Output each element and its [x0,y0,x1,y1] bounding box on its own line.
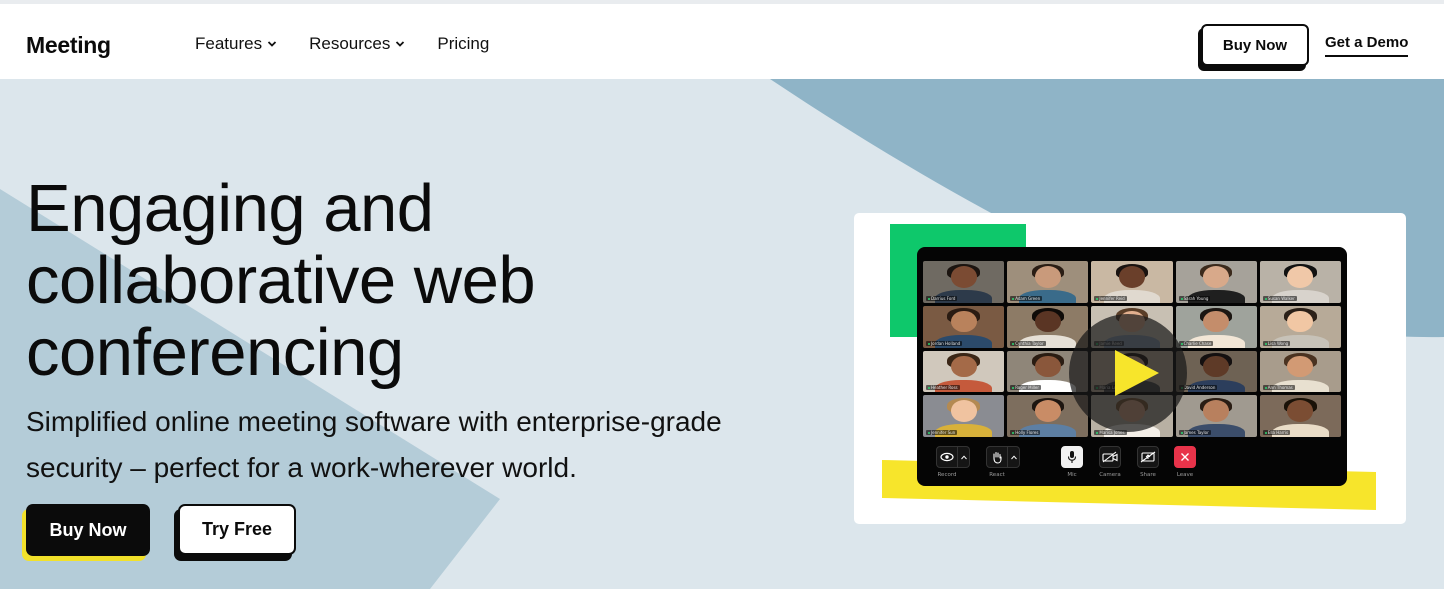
participant-face [950,400,977,422]
chevron-down-icon [267,39,277,49]
try-free-button[interactable]: Try Free [174,504,296,561]
participant-tile: David Anderson [1175,350,1257,393]
participant-name: Jennifer Sun [926,430,958,435]
subhead-line: security – perfect for a work-wherever w… [26,452,577,483]
video-preview-card: Darrius Ford Adam Green Jennifer Reid Sarah… [854,213,1406,524]
participant-name: Heather Ross [926,385,960,391]
participant-name: Holly Flores [1010,430,1041,435]
participant-tile: Jennifer Sun [923,395,1005,437]
share-off-icon [1137,446,1159,468]
hand-icon [986,446,1008,468]
share-control[interactable]: Share [1137,446,1159,478]
participant-name: Ann Thomas [1262,385,1295,391]
participant-tile: Jennifer Reid [1091,261,1173,303]
participant-name: Adam Green [1010,295,1043,301]
close-icon [1174,446,1196,468]
participant-tile: Adam Green [1007,261,1089,303]
participant-tile: Ann Thomas [1259,350,1341,393]
participant-face [1287,310,1314,333]
hero-subheading: Simplified online meeting software with … [26,399,846,491]
nav-link-features[interactable]: Features [195,34,277,54]
camera-control[interactable]: Camera [1099,446,1121,478]
control-label: React [989,472,1005,478]
camera-off-icon [1099,446,1121,468]
participant-name: Ella Harris [1262,430,1291,435]
nav-link-label: Features [195,34,263,53]
control-label: Leave [1176,472,1194,478]
participant-face [1034,400,1061,422]
participant-tile: Charlie Chase [1175,305,1257,348]
mic-icon [1061,446,1083,468]
nav-link-label: Pricing [437,34,490,53]
buy-now-hero-label: Buy Now [26,504,150,556]
participant-tile: Darrius Ford [923,261,1005,303]
participant-face [950,310,977,333]
play-icon [1115,350,1159,396]
participant-name: Jordan Holland [926,340,963,346]
hero-headline: Engaging and collaborative web conferenc… [26,173,846,389]
participant-name: Roger Miller [1010,385,1042,391]
participant-face [1203,310,1230,333]
nav-link-label: Resources [309,34,391,53]
video-call-mockup[interactable]: Darrius Ford Adam Green Jennifer Reid Sarah… [917,247,1347,486]
participant-face [1287,400,1314,422]
participant-tile: Lisa Wong [1259,305,1341,348]
control-label: Share [1140,472,1156,478]
participant-name: Sarah Young [1178,295,1211,301]
headline-line: collaborative web [26,243,536,318]
participant-tile: Jordan Holland [923,305,1005,348]
participant-name: Cynthia Taylor [1010,340,1046,346]
participant-tile: James Taylor [1175,395,1257,437]
participant-face [1034,355,1061,378]
participant-face [1203,400,1230,422]
participant-face [1287,266,1314,288]
buy-now-nav-button[interactable]: Buy Now [1198,24,1309,71]
participant-tile: Ella Harris [1259,395,1341,437]
buy-now-nav-label: Buy Now [1201,24,1309,66]
control-label: Record [937,472,957,478]
call-controls-bar: Record React Mic Camera Share Leave [917,443,1347,483]
try-free-label: Try Free [178,504,296,555]
participant-name: Susan Walker [1262,295,1297,301]
participant-face [1203,355,1230,378]
participant-tile: Sarah Young [1175,261,1257,303]
eye-icon [936,446,958,468]
buy-now-hero-button[interactable]: Buy Now [22,504,150,561]
participant-face [1034,310,1061,333]
participant-face [1203,266,1230,288]
play-video-button[interactable] [1069,314,1187,432]
control-label: Camera [1099,472,1121,478]
participant-tile: Heather Ross [923,350,1005,393]
chevron-down-icon [395,39,405,49]
subhead-line: Simplified online meeting software with … [26,406,722,437]
control-label: Mic [1067,472,1077,478]
logo[interactable]: Meeting [26,32,111,59]
hero-section: Engaging and collaborative web conferenc… [0,79,1444,589]
get-a-demo-link[interactable]: Get a Demo [1325,34,1409,57]
top-navigation: Meeting Features Resources Pricing Buy N… [0,4,1444,79]
participant-face [950,266,977,288]
chevron-up-icon [1008,446,1020,468]
mic-control[interactable]: Mic [1061,446,1083,478]
record-control[interactable]: Record [936,446,970,478]
participant-name: Jennifer Reid [1094,295,1127,301]
react-control[interactable]: React [986,446,1020,478]
participant-face [950,355,977,378]
participant-name: Lisa Wong [1262,340,1291,346]
participant-tile: Susan Walker [1259,261,1341,303]
nav-links: Features Resources Pricing [195,34,521,54]
nav-link-resources[interactable]: Resources [309,34,405,54]
nav-link-pricing[interactable]: Pricing [437,34,489,54]
headline-line: Engaging and [26,171,434,246]
participant-face [1119,266,1145,288]
participant-face [1287,355,1314,378]
participant-name: Darrius Ford [926,295,958,301]
leave-control[interactable]: Leave [1174,446,1196,478]
headline-line: conferencing [26,315,404,390]
chevron-up-icon [958,446,970,468]
participant-face [1034,266,1061,288]
